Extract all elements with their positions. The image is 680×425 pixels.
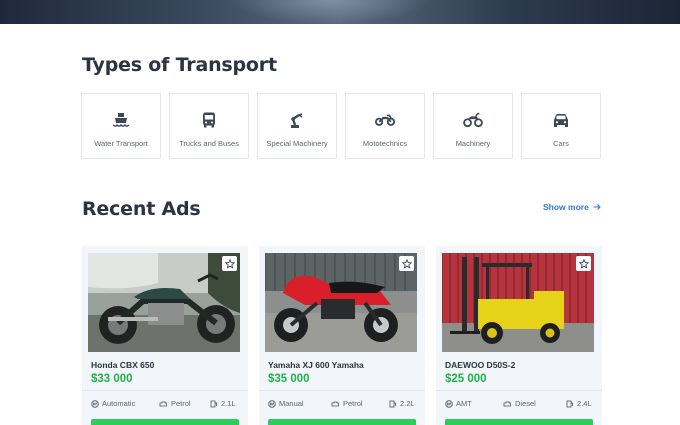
ad-price: $35 000	[268, 373, 310, 385]
favorite-button[interactable]	[399, 256, 414, 271]
spec-engine-value: 2.4L	[577, 399, 592, 408]
engine-icon	[503, 401, 511, 406]
star-icon	[401, 258, 412, 269]
spec-fuel: Petrol	[331, 399, 363, 408]
quad-bike-icon	[463, 110, 483, 130]
transport-type-label: Special Machinery	[266, 139, 328, 148]
ad-action-button[interactable]	[268, 419, 416, 425]
spec-fuel-value: Petrol	[171, 399, 191, 408]
spec-fuel-value: Petrol	[343, 399, 363, 408]
motorcycle-icon	[375, 110, 395, 130]
favorite-button[interactable]	[222, 256, 237, 271]
robot-arm-icon	[287, 110, 307, 130]
ad-title[interactable]: DAEWOO D50S-2	[445, 360, 515, 370]
transport-type-trucks[interactable]: Trucks and Buses	[169, 93, 249, 159]
recent-ads-title: Recent Ads	[82, 198, 201, 220]
ship-icon	[111, 110, 131, 130]
transport-type-label: Trucks and Buses	[179, 139, 239, 148]
spec-engine-value: 2.1L	[221, 399, 236, 408]
spec-transmission-value: Manual	[279, 399, 304, 408]
types-section-title: Types of Transport	[82, 54, 277, 76]
transport-type-special-machinery[interactable]: Special Machinery	[257, 93, 337, 159]
gearbox-icon	[445, 399, 453, 408]
star-icon	[224, 258, 235, 269]
ad-action-button[interactable]	[91, 419, 239, 425]
spec-transmission-value: Automatic	[102, 399, 136, 408]
transport-type-machinery[interactable]: Machinery	[433, 93, 513, 159]
spec-engine-value: 2.2L	[400, 399, 415, 408]
arrow-right-icon	[593, 204, 601, 210]
spec-fuel: Diesel	[503, 399, 536, 408]
ad-price: $25 000	[445, 373, 487, 385]
spec-fuel-value: Diesel	[515, 399, 536, 408]
ad-photo-motorcycle[interactable]	[265, 253, 417, 352]
transport-type-mototechnics[interactable]: Mototechnics	[345, 93, 425, 159]
transport-types-list: Water Transport Trucks and Buses Special…	[81, 93, 601, 159]
engine-icon	[159, 401, 167, 406]
transport-type-cars[interactable]: Cars	[521, 93, 601, 159]
hero-banner	[0, 0, 680, 24]
divider	[82, 390, 248, 391]
divider	[436, 390, 602, 391]
fuel-icon	[210, 400, 217, 407]
spec-engine: 2.2L	[389, 399, 415, 408]
ad-title[interactable]: Honda CBX 650	[91, 360, 154, 370]
spec-transmission-value: AMT	[456, 399, 472, 408]
ad-card[interactable]: Honda CBX 650 $33 000 Automatic Petrol 2…	[82, 246, 248, 425]
show-more-label: Show more	[543, 202, 589, 212]
transport-type-label: Mototechnics	[362, 139, 408, 148]
fuel-icon	[566, 400, 573, 407]
car-icon	[551, 110, 571, 130]
gearbox-icon	[91, 399, 99, 408]
star-icon	[578, 258, 589, 269]
bus-icon	[199, 110, 219, 130]
spec-fuel: Petrol	[159, 399, 191, 408]
divider	[259, 390, 425, 391]
spec-engine: 2.1L	[210, 399, 236, 408]
ad-price: $33 000	[91, 373, 133, 385]
ad-photo-forklift[interactable]	[442, 253, 594, 352]
ad-card[interactable]: Yamaha XJ 600 Yamaha $35 000 Manual Petr…	[259, 246, 425, 425]
transport-type-label: Machinery	[455, 139, 491, 148]
favorite-button[interactable]	[576, 256, 591, 271]
transport-type-label: Cars	[553, 139, 569, 148]
ad-photo-motorcycle[interactable]	[88, 253, 240, 352]
spec-transmission: Automatic	[91, 399, 135, 408]
ad-card[interactable]: DAEWOO D50S-2 $25 000 AMT Diesel 2.4L	[436, 246, 602, 425]
fuel-icon	[389, 400, 396, 407]
transport-type-label: Water Transport	[94, 139, 148, 148]
show-more-link[interactable]: Show more	[543, 202, 601, 212]
engine-icon	[331, 401, 339, 406]
spec-transmission: AMT	[445, 399, 472, 408]
spec-engine: 2.4L	[566, 399, 592, 408]
transport-type-water[interactable]: Water Transport	[81, 93, 161, 159]
ad-action-button[interactable]	[445, 419, 593, 425]
gearbox-icon	[268, 399, 276, 408]
spec-transmission: Manual	[268, 399, 304, 408]
ad-title[interactable]: Yamaha XJ 600 Yamaha	[268, 360, 364, 370]
